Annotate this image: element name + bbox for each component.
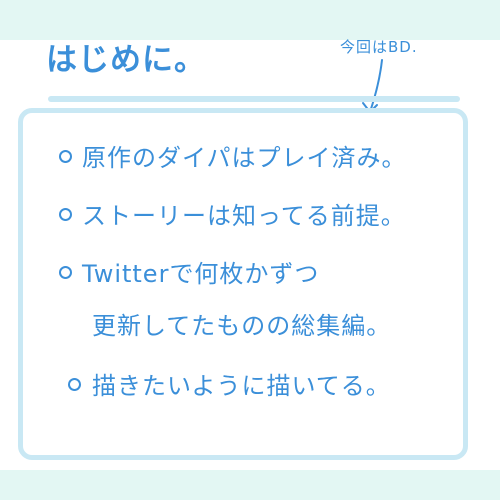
list-bullet (59, 150, 72, 163)
list-item-3-line-2: 更新してたものの総集編。 (92, 312, 392, 340)
list-item-1: 原作のダイパはプレイ済み。 (82, 144, 407, 172)
intro-list: 原作のダイパはプレイ済み。 ストーリーは知ってる前提。 Twitterで何枚かず… (0, 0, 500, 500)
list-item-2: ストーリーは知ってる前提。 (82, 202, 406, 230)
list-bullet (68, 378, 81, 391)
list-item-3-line-1: Twitterで何枚かずつ (82, 260, 320, 288)
list-item-4: 描きたいように描いてる。 (92, 372, 391, 400)
list-bullet (59, 208, 72, 221)
list-bullet (59, 266, 72, 279)
